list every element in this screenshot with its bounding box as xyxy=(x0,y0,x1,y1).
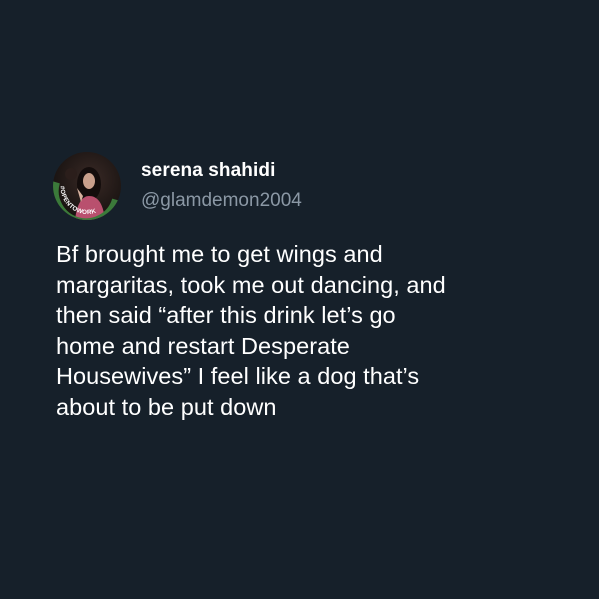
tweet-header: #OPENTOWORK serena shahidi @glamdemon200… xyxy=(53,152,302,220)
tweet-text: Bf brought me to get wings and margarita… xyxy=(56,241,446,420)
avatar[interactable]: #OPENTOWORK xyxy=(53,152,121,220)
avatar-image: #OPENTOWORK xyxy=(53,167,121,220)
user-names: serena shahidi @glamdemon2004 xyxy=(141,159,302,213)
tweet-card: #OPENTOWORK serena shahidi @glamdemon200… xyxy=(0,0,599,599)
user-handle[interactable]: @glamdemon2004 xyxy=(141,189,302,213)
display-name[interactable]: serena shahidi xyxy=(141,159,302,183)
